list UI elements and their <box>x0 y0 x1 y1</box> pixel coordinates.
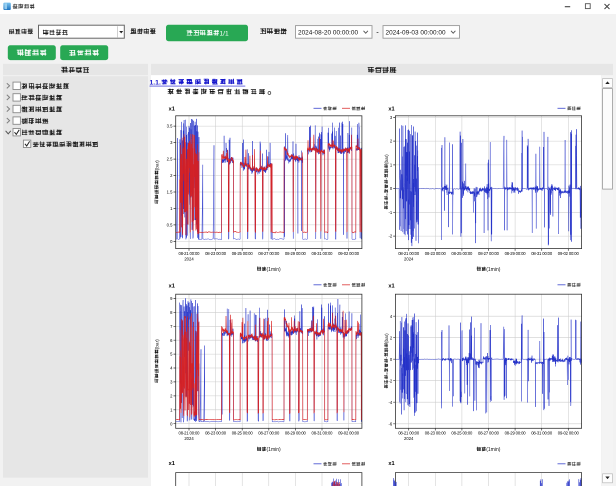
svg-text:08-23 00:00: 08-23 00:00 <box>205 430 227 435</box>
svg-text:-2: -2 <box>388 378 392 383</box>
svg-text:08-31 00:00: 08-31 00:00 <box>531 251 553 256</box>
svg-text:-4: -4 <box>388 400 392 405</box>
svg-text:(bar): (bar) <box>384 154 389 164</box>
svg-text:x1: x1 <box>388 283 394 289</box>
svg-text:08-21 00:00: 08-21 00:00 <box>398 430 420 435</box>
svg-text:08-25 00:00: 08-25 00:00 <box>232 251 254 256</box>
svg-text:08-21 00:00: 08-21 00:00 <box>179 251 201 256</box>
svg-text:=: = <box>384 372 389 375</box>
svg-text:08-21 00:00: 08-21 00:00 <box>398 251 420 256</box>
svg-text:x1: x1 <box>169 283 175 289</box>
svg-text:08-29 00:00: 08-29 00:00 <box>505 251 527 256</box>
svg-text:(1min): (1min) <box>267 267 282 273</box>
svg-text:09-02 00:00: 09-02 00:00 <box>338 430 360 435</box>
svg-text:2024: 2024 <box>404 436 414 441</box>
svg-text:08-29 00:00: 08-29 00:00 <box>285 251 307 256</box>
svg-text:1.5: 1.5 <box>167 190 173 195</box>
svg-text:08-31 00:00: 08-31 00:00 <box>312 251 334 256</box>
svg-text:(1min): (1min) <box>267 447 282 453</box>
svg-text:08-23 00:00: 08-23 00:00 <box>425 251 447 256</box>
svg-text:08-31 00:00: 08-31 00:00 <box>531 430 553 435</box>
svg-text:08-29 00:00: 08-29 00:00 <box>285 430 307 435</box>
svg-text:08-27 00:00: 08-27 00:00 <box>258 251 280 256</box>
svg-text:x1: x1 <box>388 107 394 113</box>
svg-text:08-25 00:00: 08-25 00:00 <box>451 430 473 435</box>
svg-text:08-31 00:00: 08-31 00:00 <box>312 430 334 435</box>
svg-text:1.1.: 1.1. <box>150 79 161 86</box>
svg-text:08-27 00:00: 08-27 00:00 <box>258 430 280 435</box>
svg-text:09-02 00:00: 09-02 00:00 <box>338 251 360 256</box>
svg-text:09-02 00:00: 09-02 00:00 <box>558 430 580 435</box>
svg-text:-1: -1 <box>388 210 392 215</box>
svg-text:-6: -6 <box>388 421 392 426</box>
svg-text:08-25 00:00: 08-25 00:00 <box>451 251 473 256</box>
svg-text:08-21 00:00: 08-21 00:00 <box>179 430 201 435</box>
svg-text:2.5: 2.5 <box>167 157 173 162</box>
svg-text:x1: x1 <box>169 461 175 467</box>
svg-text:2024: 2024 <box>184 257 194 262</box>
svg-text:2024-08-20 00:00:00: 2024-08-20 00:00:00 <box>298 30 358 37</box>
svg-text:x1: x1 <box>169 107 175 113</box>
svg-text:08-27 00:00: 08-27 00:00 <box>478 251 500 256</box>
svg-text:(1min): (1min) <box>486 267 501 273</box>
svg-text:08-23 00:00: 08-23 00:00 <box>425 430 447 435</box>
svg-text:08-25 00:00: 08-25 00:00 <box>232 430 254 435</box>
svg-text:08-29 00:00: 08-29 00:00 <box>505 430 527 435</box>
svg-text:=: = <box>384 193 389 196</box>
svg-text:08-27 00:00: 08-27 00:00 <box>478 430 500 435</box>
svg-text:0.5: 0.5 <box>167 223 173 228</box>
svg-text:(bar): (bar) <box>155 339 161 349</box>
svg-text:(bar): (bar) <box>155 160 161 170</box>
svg-text:2024-09-03 00:00:00: 2024-09-03 00:00:00 <box>386 30 446 37</box>
svg-text:2024: 2024 <box>404 257 414 262</box>
svg-text:-2: -2 <box>388 234 392 239</box>
svg-text:1/1: 1/1 <box>220 31 230 38</box>
svg-text:09-02 00:00: 09-02 00:00 <box>558 251 580 256</box>
svg-text:(1min): (1min) <box>486 447 501 453</box>
svg-text:(bar): (bar) <box>384 333 389 343</box>
svg-text:2024: 2024 <box>184 436 194 441</box>
svg-text:3.5: 3.5 <box>167 124 173 129</box>
svg-text:08-23 00:00: 08-23 00:00 <box>205 251 227 256</box>
svg-text:x1: x1 <box>388 461 394 467</box>
